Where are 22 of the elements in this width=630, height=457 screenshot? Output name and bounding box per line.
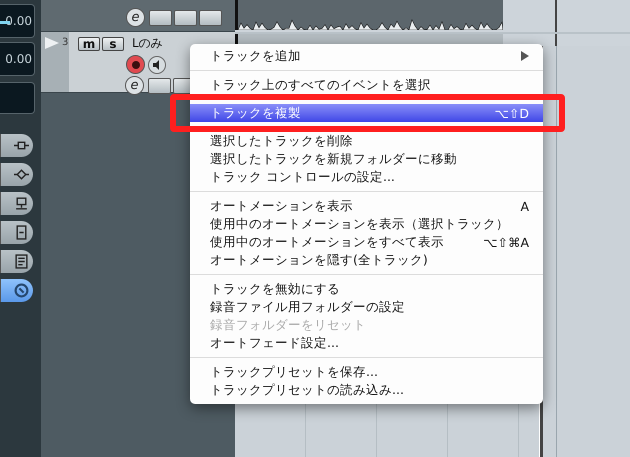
menu-item[interactable]: 選択したトラックを新規フォルダーに移動	[190, 150, 543, 168]
menu-item[interactable]: 選択したトラックを削除	[190, 132, 543, 150]
menu-item[interactable]: 使用中のオートメーションをすべて表示 ⌥⇧⌘A	[190, 233, 543, 251]
menu-item[interactable]: トラック上のすべてのイベントを選択	[190, 76, 543, 94]
menu-item[interactable]: トラックを複製 ⌥⇧D	[190, 104, 543, 122]
level-readout: 0.00	[0, 42, 35, 76]
menu-item[interactable]: トラックプリセットの読み込み...	[190, 381, 543, 399]
menu-item[interactable]: 使用中のオートメーションを表示（選択トラック）	[190, 215, 543, 233]
menu-item[interactable]: トラックプリセットを保存...	[190, 363, 543, 381]
menu-item[interactable]: トラックを追加	[190, 47, 543, 65]
mute-button[interactable]: m	[78, 36, 100, 50]
menu-item[interactable]: 録音ファイル用フォルダーの設定	[190, 298, 543, 316]
menu-item[interactable]: オートメーションを隠す(全トラック)	[190, 251, 543, 269]
solo-button[interactable]: s	[102, 36, 124, 50]
track-number: 3	[62, 37, 68, 48]
menu-item[interactable]: トラックを無効にする	[190, 280, 543, 298]
edit-button[interactable]: e	[125, 76, 144, 95]
edit-button[interactable]: e	[126, 8, 145, 27]
menu-item[interactable]: オートメーションを表示 A	[190, 197, 543, 215]
menu-item[interactable]: トラック コントロールの設定...	[190, 168, 543, 186]
track-name: Lのみ	[132, 35, 163, 52]
menu-item[interactable]: オートフェード設定...	[190, 334, 543, 352]
